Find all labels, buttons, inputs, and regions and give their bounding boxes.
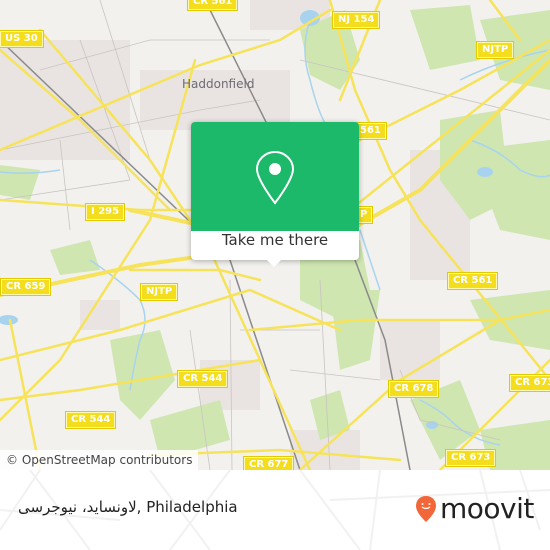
road-shield-cr561: 561: [354, 122, 387, 140]
place-label-haddonfield: Haddonfield: [182, 77, 255, 91]
road-shield-cr673: CR 673: [444, 449, 497, 467]
road-shield-njtp: NJTP: [139, 283, 179, 301]
road-shield-cr561: CR 561: [186, 0, 239, 11]
road-shield-cr561: CR 561: [446, 272, 499, 290]
map[interactable]: Haddonfield CR 561 US 30 NJ 154 NJTP 561…: [0, 0, 550, 470]
road-shield-cr678: CR 678: [387, 380, 440, 398]
moovit-logo-text: moovit: [440, 492, 534, 525]
map-pin-icon: [255, 150, 295, 205]
moovit-pin-icon: [416, 495, 436, 522]
take-me-there-button[interactable]: Take me there: [191, 231, 359, 260]
road-shield-us30: US 30: [0, 30, 44, 48]
location-popup: Take me there: [191, 122, 359, 267]
road-shield-i295: I 295: [84, 203, 126, 221]
road-shield-cr544: CR 544: [64, 411, 117, 429]
road-shield-cr659: CR 659: [0, 278, 52, 296]
road-shield-cr677: CR 677: [242, 456, 295, 470]
road-shield-cr544: CR 544: [176, 370, 229, 388]
road-shield-cr673: CR 673: [508, 374, 550, 392]
popup-header: [191, 122, 359, 231]
road-shield-njtp: NJTP: [475, 41, 515, 59]
moovit-logo[interactable]: moovit: [415, 492, 534, 525]
footer: لاونسايد، نيوجرسى, Philadelphia moovit: [0, 470, 550, 550]
road-shield-nj154: NJ 154: [331, 11, 381, 29]
osm-attribution[interactable]: © OpenStreetMap contributors: [0, 450, 199, 470]
location-title: لاونسايد، نيوجرسى, Philadelphia: [18, 498, 238, 516]
popup-tail: [267, 260, 281, 267]
